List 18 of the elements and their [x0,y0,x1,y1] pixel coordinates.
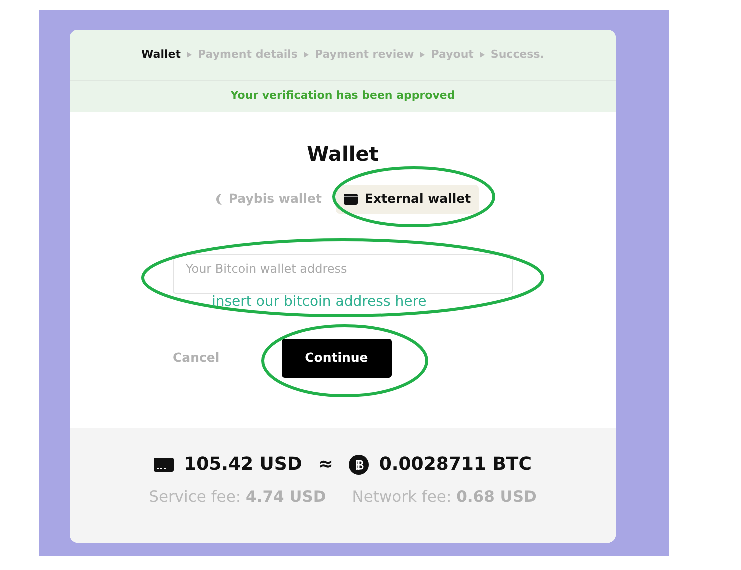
service-fee: Service fee: 4.74 USD [149,486,326,508]
address-field[interactable]: Your Bitcoin wallet address [173,254,513,294]
network-fee: Network fee: 0.68 USD [352,486,537,508]
continue-button[interactable]: Continue [282,338,392,378]
step-label[interactable]: Payout [431,46,474,64]
wallet-option-tab[interactable]: Paybis wallet [206,185,330,214]
crypto-amount: 0.0028711 BTC [379,454,532,476]
section-title: Wallet [307,142,379,166]
verification-notice: Your verification has been approved [230,88,456,104]
step-label[interactable]: Success. [490,46,544,64]
wallet-option-tab[interactable]: External wallet [336,185,480,214]
step-label[interactable]: Wallet [142,46,181,64]
fiat-amount: 105.42 USD [184,454,302,476]
annotation-text: insert our bitcoin address here [212,295,427,310]
step-label[interactable]: Payment details [198,46,298,64]
step-label[interactable]: Payment review [314,46,414,64]
approx-sign: ≈ [318,454,334,476]
cancel-button[interactable]: Cancel [173,348,220,368]
